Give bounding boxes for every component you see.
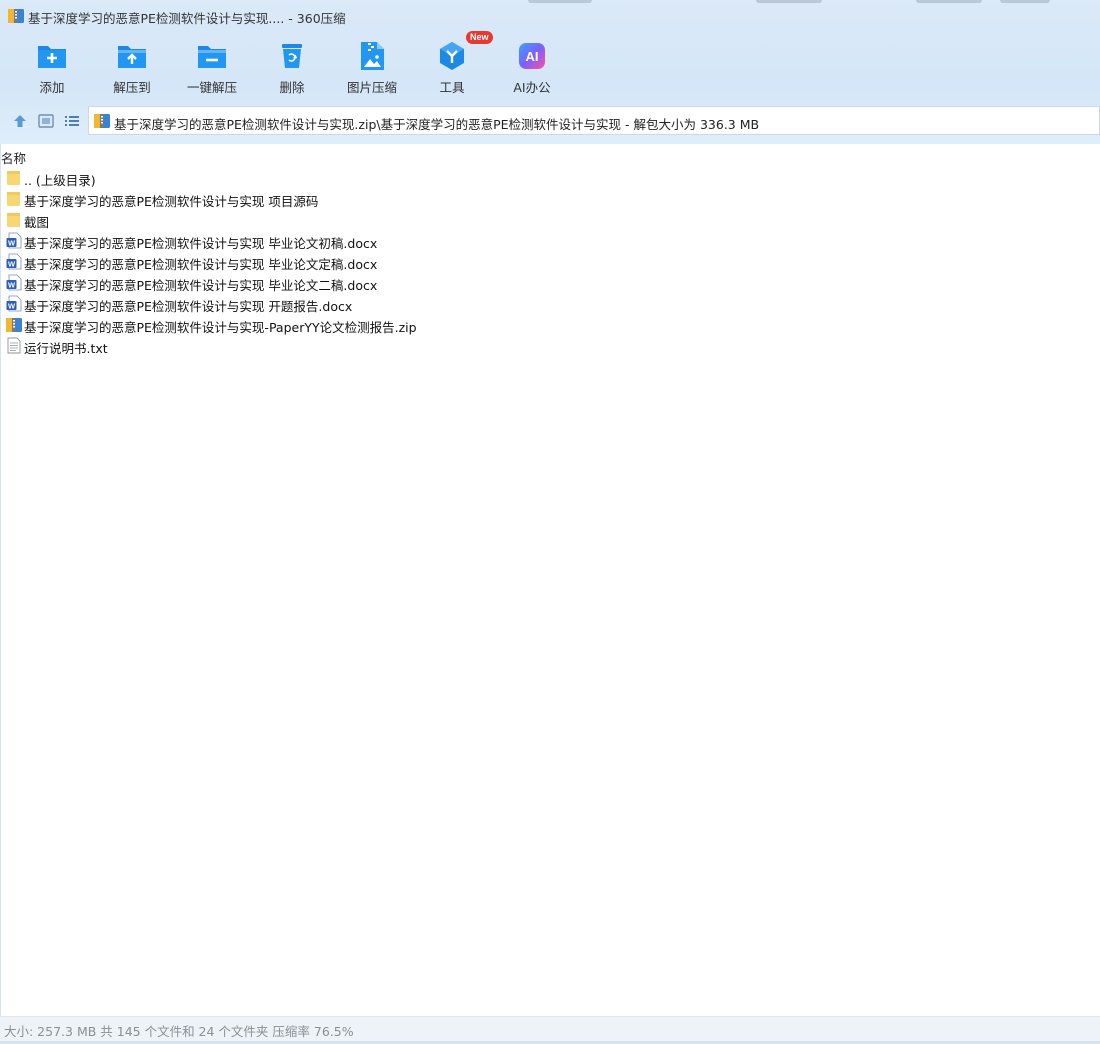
file-name: 运行说明书.txt (24, 341, 108, 356)
svg-text:W: W (8, 301, 16, 310)
toolbar: 添加 解压到 一键解压 删除 图片压缩 New 工具 AI AI办公 (0, 31, 1100, 104)
up-arrow-icon[interactable] (11, 112, 29, 130)
file-row[interactable]: 基于深度学习的恶意PE检测软件设计与实现-PaperYY论文检测报告.zip (1, 314, 1100, 335)
image-compress-label: 图片压缩 (346, 80, 397, 95)
title-bar[interactable]: 基于深度学习的恶意PE检测软件设计与实现.... - 360压缩 (0, 0, 1100, 32)
image-compress-icon (361, 42, 384, 70)
file-row[interactable]: W 基于深度学习的恶意PE检测软件设计与实现 毕业论文初稿.docx (1, 230, 1100, 251)
tools-icon (440, 42, 464, 70)
text-file-icon (7, 337, 21, 354)
tools-label: 工具 (439, 80, 465, 95)
word-document-icon: W (6, 232, 22, 249)
header: 基于深度学习的恶意PE检测软件设计与实现.... - 360压缩 添加 解压到 (0, 0, 1100, 144)
file-name: 基于深度学习的恶意PE检测软件设计与实现 开题报告.docx (24, 299, 353, 314)
one-click-extract-icon (198, 46, 226, 68)
folder-icon (7, 192, 20, 206)
one-click-extract-label: 一键解压 (186, 80, 237, 95)
ai-office-label: AI办公 (513, 80, 551, 95)
extract-to-label: 解压到 (113, 80, 151, 95)
word-document-icon: W (6, 274, 22, 291)
delete-button[interactable]: 删除 (252, 34, 332, 100)
word-document-icon: W (6, 295, 22, 312)
file-name: 基于深度学习的恶意PE检测软件设计与实现 毕业论文初稿.docx (24, 236, 378, 251)
file-name: 基于深度学习的恶意PE检测软件设计与实现 毕业论文定稿.docx (24, 257, 378, 272)
ai-icon-text: AI (526, 49, 539, 64)
file-name: 截图 (24, 215, 50, 230)
add-folder-icon (38, 46, 66, 68)
address-bar[interactable]: 基于深度学习的恶意PE检测软件设计与实现.zip\基于深度学习的恶意PE检测软件… (88, 106, 1100, 135)
zip-archive-icon (8, 9, 24, 23)
file-rows: .. (上级目录) 基于深度学习的恶意PE检测软件设计与实现 项目源码 截图 W 基于深… (1, 167, 1100, 356)
status-bar: 大小: 257.3 MB 共 145 个文件和 24 个文件夹 压缩率 76.5… (0, 1016, 1100, 1044)
svg-text:W: W (8, 238, 16, 247)
zip-archive-icon (94, 114, 110, 128)
file-row[interactable]: W 基于深度学习的恶意PE检测软件设计与实现 开题报告.docx (1, 293, 1100, 314)
ai-office-icon: AI (519, 43, 545, 69)
delete-label: 删除 (279, 80, 305, 95)
file-row[interactable]: W 基于深度学习的恶意PE检测软件设计与实现 毕业论文定稿.docx (1, 251, 1100, 272)
status-text: 大小: 257.3 MB 共 145 个文件和 24 个文件夹 压缩率 76.5… (4, 1024, 354, 1039)
add-button[interactable]: 添加 (12, 34, 92, 100)
extract-to-icon (118, 46, 146, 68)
one-click-extract-button[interactable]: 一键解压 (172, 34, 252, 100)
file-name: 基于深度学习的恶意PE检测软件设计与实现-PaperYY论文检测报告.zip (24, 320, 417, 335)
file-name: 基于深度学习的恶意PE检测软件设计与实现 毕业论文二稿.docx (24, 278, 378, 293)
svg-text:W: W (8, 280, 16, 289)
file-row[interactable]: 截图 (1, 209, 1100, 230)
file-row[interactable]: 基于深度学习的恶意PE检测软件设计与实现 项目源码 (1, 188, 1100, 209)
file-name: 基于深度学习的恶意PE检测软件设计与实现 项目源码 (24, 194, 319, 209)
file-row[interactable]: 运行说明书.txt (1, 335, 1100, 356)
window-title: 基于深度学习的恶意PE检测软件设计与实现.... - 360压缩 (28, 11, 346, 26)
image-compress-button[interactable]: 图片压缩 (332, 34, 412, 100)
file-row[interactable]: W 基于深度学习的恶意PE检测软件设计与实现 毕业论文二稿.docx (1, 272, 1100, 293)
file-list: 名称 .. (上级目录) 基于深度学习的恶意PE检测软件设计与实现 项目源码 截图 W… (0, 144, 1100, 1016)
thumbnail-view-icon[interactable] (37, 112, 55, 130)
tools-button[interactable]: New 工具 (412, 31, 493, 100)
file-name: .. (上级目录) (24, 173, 96, 188)
extract-to-button[interactable]: 解压到 (92, 34, 172, 100)
word-document-icon: W (6, 253, 22, 270)
folder-icon (7, 213, 20, 227)
column-header-name[interactable]: 名称 (1, 148, 26, 167)
new-badge: New (466, 31, 493, 44)
address-path: 基于深度学习的恶意PE检测软件设计与实现.zip\基于深度学习的恶意PE检测软件… (114, 117, 760, 132)
folder-icon (7, 171, 20, 185)
zip-archive-icon (6, 318, 22, 332)
navigation-bar: 基于深度学习的恶意PE检测软件设计与实现.zip\基于深度学习的恶意PE检测软件… (0, 106, 1100, 136)
add-label: 添加 (39, 80, 65, 95)
recycle-bin-icon (282, 44, 302, 68)
file-row[interactable]: .. (上级目录) (1, 167, 1100, 188)
svg-text:W: W (8, 259, 16, 268)
list-view-icon[interactable] (63, 112, 81, 130)
ai-office-button[interactable]: AI AI办公 (492, 34, 572, 100)
